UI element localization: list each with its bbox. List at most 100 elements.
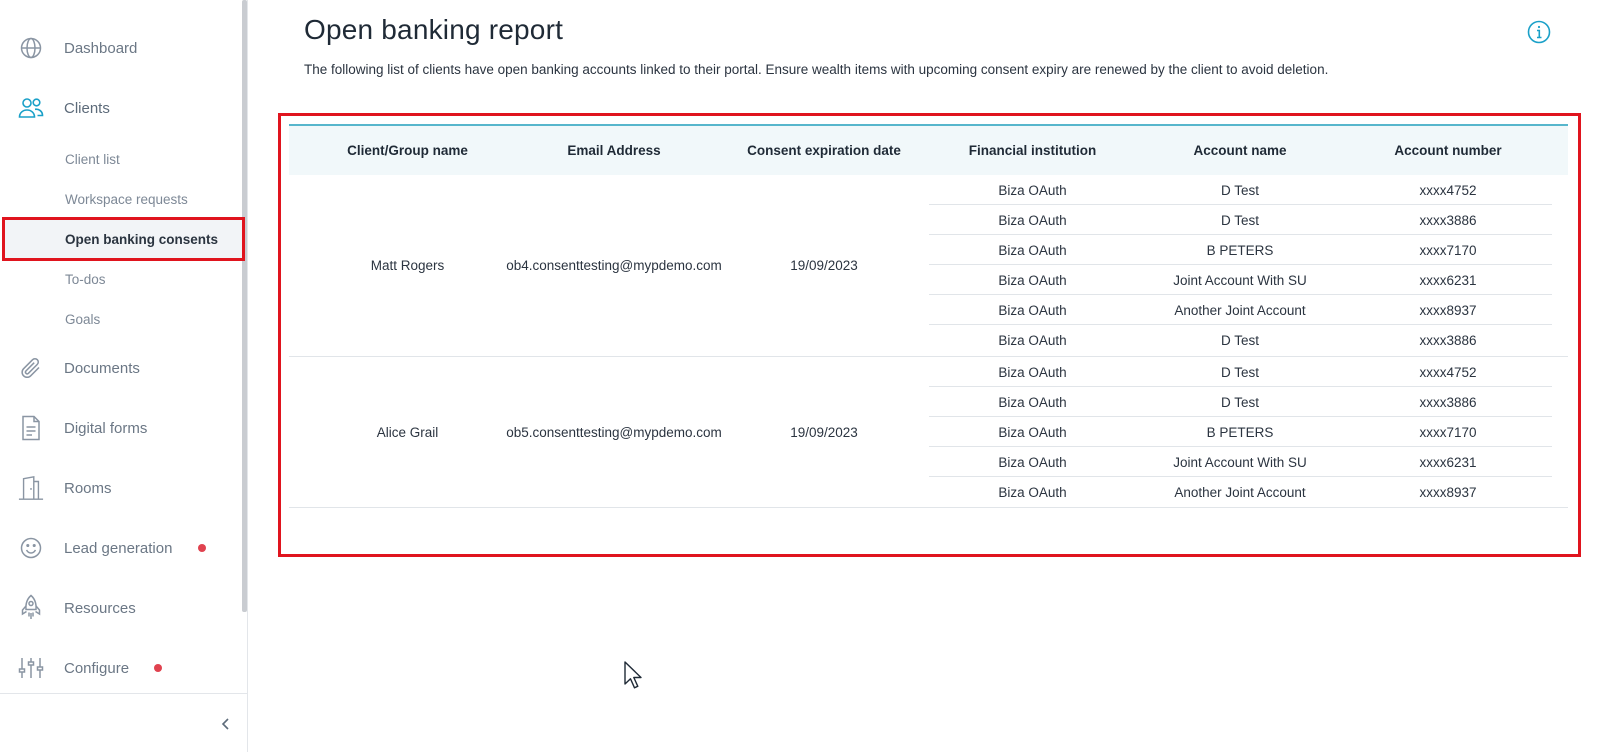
sidebar-subitem-label: Goals	[65, 311, 101, 327]
account-name: Joint Account With SU	[1173, 272, 1307, 288]
sidebar-item-rooms[interactable]: Rooms	[0, 458, 242, 518]
account-row: Biza OAuth B PETERS xxxx7170	[929, 235, 1552, 265]
notification-badge	[154, 664, 162, 672]
account-row: Biza OAuth D Test xxxx3886	[929, 205, 1552, 235]
financial-institution: Biza OAuth	[998, 212, 1067, 228]
notification-badge	[198, 544, 206, 552]
account-name: D Test	[1220, 332, 1259, 348]
sidebar-item-clients[interactable]: Clients	[0, 78, 242, 138]
page-title: Open banking report	[304, 14, 564, 45]
smiley-icon	[18, 535, 44, 561]
account-number: xxxx8937	[1419, 484, 1477, 500]
sliders-icon	[18, 655, 44, 681]
account-name: D Test	[1220, 182, 1259, 198]
globe-icon	[18, 35, 44, 61]
column-header-account-number[interactable]: Account number	[1344, 126, 1552, 175]
sidebar-item-documents[interactable]: Documents	[0, 338, 242, 398]
account-name: B PETERS	[1206, 242, 1274, 258]
account-number: xxxx7170	[1419, 242, 1477, 258]
account-name: Another Joint Account	[1174, 484, 1306, 500]
account-name: Joint Account With SU	[1173, 454, 1307, 470]
sidebar-item-label: Rooms	[64, 479, 112, 497]
account-row: Biza OAuth Another Joint Account xxxx893…	[929, 477, 1552, 507]
account-name: Another Joint Account	[1174, 302, 1306, 318]
account-name: B PETERS	[1206, 424, 1274, 440]
account-row: Biza OAuth D Test xxxx4752	[929, 357, 1552, 387]
financial-institution: Biza OAuth	[998, 272, 1067, 288]
column-header-institution[interactable]: Financial institution	[929, 126, 1136, 175]
sidebar-item-label: Digital forms	[64, 419, 148, 437]
sidebar-subitem-label: Workspace requests	[65, 191, 188, 207]
account-row: Biza OAuth Joint Account With SU xxxx623…	[929, 447, 1552, 477]
account-number: xxxx4752	[1419, 364, 1477, 380]
sidebar-subitem-client-list[interactable]: Client list	[0, 139, 242, 179]
client-email: ob5.consenttesting@mypdemo.com	[506, 424, 722, 440]
account-number: xxxx6231	[1419, 272, 1477, 288]
account-row: Biza OAuth Another Joint Account xxxx893…	[929, 295, 1552, 325]
sidebar-subitem-label: Client list	[65, 151, 120, 167]
table-row-group: Matt Rogers ob4.consenttesting@mypdemo.c…	[289, 175, 1568, 357]
financial-institution: Biza OAuth	[998, 394, 1067, 410]
sidebar: Dashboard Clients Client list Workspace …	[0, 0, 248, 752]
sidebar-divider	[0, 693, 248, 694]
sidebar-item-resources[interactable]: Resources	[0, 578, 242, 638]
mouse-cursor-icon	[623, 660, 645, 690]
financial-institution: Biza OAuth	[998, 364, 1067, 380]
info-button[interactable]	[1527, 20, 1551, 44]
sidebar-subitem-open-banking-consents[interactable]: Open banking consents	[2, 217, 245, 261]
column-header-email[interactable]: Email Address	[509, 126, 719, 175]
column-header-account-name[interactable]: Account name	[1136, 126, 1344, 175]
consent-expiry-date: 19/09/2023	[790, 258, 858, 273]
sidebar-item-digital-forms[interactable]: Digital forms	[0, 398, 242, 458]
table-row-group: Alice Grail ob5.consenttesting@mypdemo.c…	[289, 357, 1568, 508]
client-name[interactable]: Matt Rogers	[289, 175, 526, 356]
financial-institution: Biza OAuth	[998, 182, 1067, 198]
page-description: The following list of clients have open …	[304, 62, 1329, 77]
users-icon	[18, 95, 44, 121]
collapse-sidebar-button[interactable]	[218, 716, 234, 732]
sidebar-subitem-label: Open banking consents	[65, 231, 219, 247]
info-icon	[1527, 20, 1551, 48]
sidebar-item-label: Configure	[64, 659, 130, 677]
account-name: D Test	[1220, 364, 1259, 380]
sidebar-item-label: Documents	[64, 359, 140, 377]
account-number: xxxx4752	[1419, 182, 1477, 198]
sidebar-item-lead-generation[interactable]: Lead generation	[0, 518, 242, 578]
account-number: xxxx3886	[1419, 212, 1477, 228]
sidebar-item-label: Dashboard	[64, 39, 138, 57]
client-email: ob4.consenttesting@mypdemo.com	[506, 258, 722, 273]
account-row: Biza OAuth B PETERS xxxx7170	[929, 417, 1552, 447]
column-header-expiry[interactable]: Consent expiration date	[719, 126, 929, 175]
account-name: D Test	[1220, 394, 1259, 410]
financial-institution: Biza OAuth	[998, 242, 1067, 258]
account-number: xxxx7170	[1419, 424, 1477, 440]
sidebar-item-label: Clients	[64, 99, 110, 117]
form-icon	[18, 415, 44, 441]
sidebar-subitem-workspace-requests[interactable]: Workspace requests	[0, 179, 242, 219]
account-row: Biza OAuth D Test xxxx4752	[929, 175, 1552, 205]
sidebar-subitem-goals[interactable]: Goals	[0, 299, 242, 339]
building-icon	[18, 475, 44, 501]
financial-institution: Biza OAuth	[998, 454, 1067, 470]
account-row: Biza OAuth Joint Account With SU xxxx623…	[929, 265, 1552, 295]
table-header: Client/Group name Email Address Consent …	[289, 124, 1568, 175]
account-row: Biza OAuth D Test xxxx3886	[929, 387, 1552, 417]
account-number: xxxx3886	[1419, 332, 1477, 348]
sidebar-item-label: Lead generation	[64, 539, 173, 557]
column-header-client[interactable]: Client/Group name	[289, 126, 526, 175]
sidebar-subitem-to-dos[interactable]: To-dos	[0, 259, 242, 299]
account-number: xxxx3886	[1419, 394, 1477, 410]
sidebar-item-configure[interactable]: Configure	[0, 638, 242, 698]
client-name[interactable]: Alice Grail	[289, 357, 526, 507]
financial-institution: Biza OAuth	[998, 332, 1067, 348]
financial-institution: Biza OAuth	[998, 484, 1067, 500]
sidebar-scrollbar[interactable]	[242, 0, 247, 612]
sidebar-item-dashboard[interactable]: Dashboard	[0, 18, 242, 78]
financial-institution: Biza OAuth	[998, 424, 1067, 440]
rocket-icon	[18, 594, 44, 621]
financial-institution: Biza OAuth	[998, 302, 1067, 318]
sidebar-item-label: Resources	[64, 599, 136, 617]
account-name: D Test	[1220, 212, 1259, 228]
account-number: xxxx8937	[1419, 302, 1477, 318]
consent-expiry-date: 19/09/2023	[790, 424, 858, 440]
